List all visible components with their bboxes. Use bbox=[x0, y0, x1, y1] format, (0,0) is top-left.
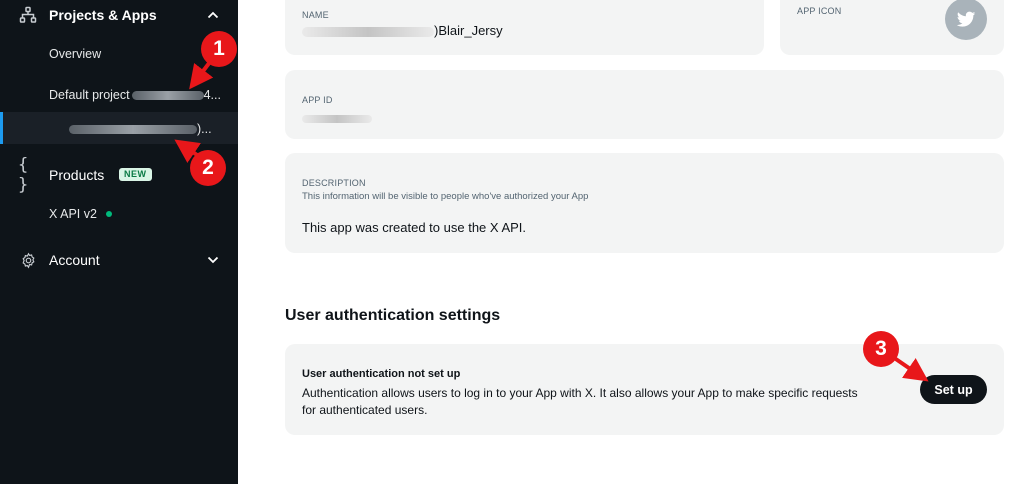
gear-icon bbox=[18, 250, 38, 270]
twitter-bird-icon bbox=[956, 11, 976, 27]
sitemap-icon bbox=[18, 5, 38, 25]
sidebar-item-label: Account bbox=[49, 252, 100, 268]
annotation-marker-1: 1 bbox=[201, 31, 237, 67]
braces-icon: { } bbox=[18, 155, 29, 195]
sidebar-item-label: Projects & Apps bbox=[49, 7, 157, 23]
app-id-card: APP ID bbox=[285, 70, 1004, 139]
annotation-marker-2: 2 bbox=[190, 150, 226, 186]
app-icon-label: APP ICON bbox=[797, 6, 842, 16]
project-name: Default project 4... bbox=[49, 88, 221, 102]
app-name-suffix: )... bbox=[197, 122, 212, 136]
user-auth-description-line1: Authentication allows users to log in to… bbox=[302, 386, 858, 400]
description-value: This app was created to use the X API. bbox=[302, 220, 527, 235]
project-name-suffix: 4... bbox=[203, 88, 221, 102]
user-auth-status-title: User authentication not set up bbox=[302, 368, 461, 380]
redacted-text bbox=[131, 91, 204, 101]
redacted-text bbox=[69, 125, 197, 135]
annotation-marker-3: 3 bbox=[863, 331, 899, 367]
sidebar-item-app[interactable]: )... bbox=[0, 119, 238, 139]
redacted-text bbox=[302, 114, 372, 123]
sidebar-item-projects-apps[interactable]: Projects & Apps bbox=[0, 3, 238, 27]
sidebar-item-label: Products bbox=[49, 167, 105, 183]
app-id-value bbox=[302, 110, 372, 128]
chevron-up-icon[interactable] bbox=[206, 8, 220, 22]
app-icon[interactable] bbox=[945, 0, 987, 40]
sidebar-item-label: X API v2 bbox=[49, 207, 97, 221]
sidebar-item-default-project[interactable]: Default project 4... bbox=[0, 85, 238, 105]
app-id-label: APP ID bbox=[302, 95, 333, 105]
name-value: )Blair_Jersy bbox=[302, 23, 503, 38]
sidebar-item-xapi-v2[interactable]: X API v2 bbox=[0, 204, 238, 224]
name-card: NAME )Blair_Jersy bbox=[285, 0, 764, 55]
description-card: DESCRIPTION This information will be vis… bbox=[285, 153, 1004, 253]
redacted-text bbox=[302, 26, 434, 37]
chevron-down-icon[interactable] bbox=[206, 253, 220, 267]
setup-button[interactable]: Set up bbox=[920, 375, 987, 404]
sidebar: Projects & Apps Overview Default project… bbox=[0, 0, 238, 484]
sidebar-item-label: Overview bbox=[49, 47, 102, 61]
description-label: DESCRIPTION bbox=[302, 178, 366, 188]
status-dot bbox=[106, 211, 112, 217]
sidebar-item-account[interactable]: Account bbox=[0, 249, 238, 271]
name-label: NAME bbox=[302, 10, 329, 20]
section-title: User authentication settings bbox=[285, 307, 501, 324]
app-name: )... bbox=[69, 122, 212, 136]
name-value-suffix: )Blair_Jersy bbox=[434, 23, 503, 38]
new-badge: NEW bbox=[119, 168, 152, 181]
description-hint: This information will be visible to peop… bbox=[302, 191, 589, 202]
user-auth-description-line2: for authenticated users. bbox=[302, 403, 428, 417]
project-name-prefix: Default project bbox=[49, 88, 130, 102]
